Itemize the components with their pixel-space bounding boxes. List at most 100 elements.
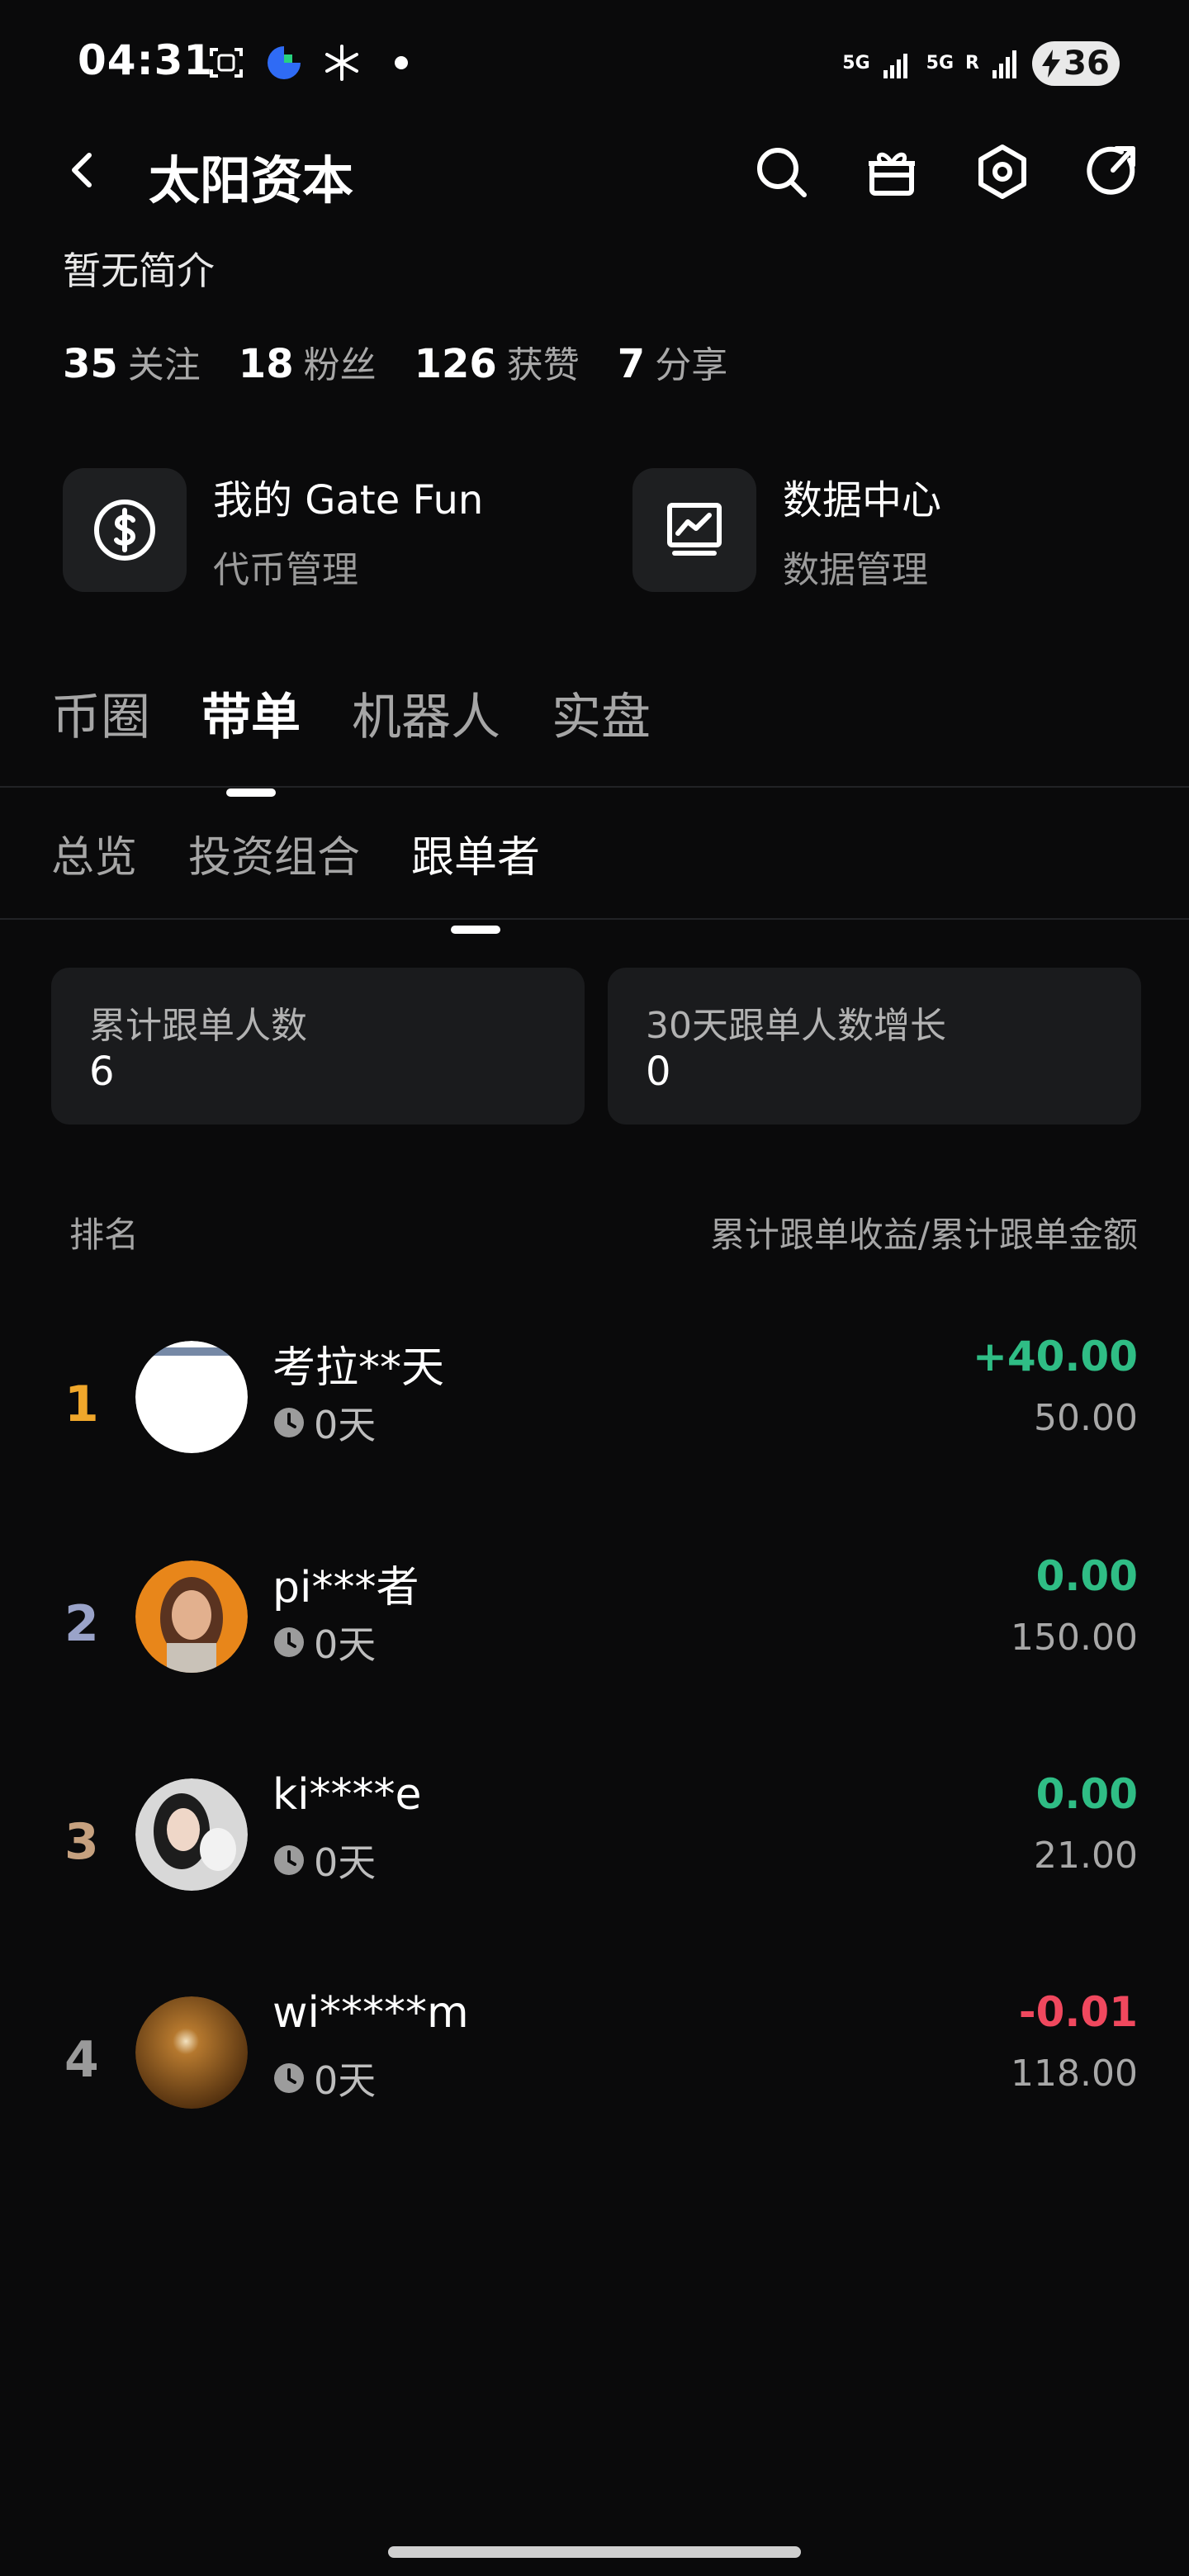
status-icons-left [206, 43, 408, 83]
clock-icon [274, 1845, 304, 1875]
tab-label: 带单 [201, 689, 301, 746]
days-text: 0天 [314, 2058, 377, 2103]
rank-number: 2 [64, 1595, 99, 1653]
rank-column-header: 排名 [69, 1215, 140, 1255]
stat-likes[interactable]: 126 获赞 [414, 335, 580, 388]
stat-shares[interactable]: 7 分享 [618, 335, 727, 388]
divider [0, 786, 1189, 788]
stat-value: 18 [238, 341, 294, 387]
settings-icon[interactable] [971, 140, 1034, 203]
back-icon[interactable] [58, 145, 107, 195]
table-row[interactable]: 4 wi*****m 0天 -0.01 118.00 [0, 1988, 1189, 2153]
stat-label: 获赞 [506, 344, 580, 386]
tab-label: 投资组合 [188, 833, 361, 883]
quick-link-subtitle: 代币管理 [213, 549, 358, 591]
clock-icon [274, 1408, 304, 1437]
tab-indicator [226, 788, 276, 797]
tab-portfolio[interactable]: 投资组合 [188, 822, 360, 884]
home-indicator[interactable] [388, 2546, 801, 2558]
quick-link-gate-fun[interactable]: 我的 Gate Fun 代币管理 [63, 467, 483, 593]
signal-icon [883, 54, 907, 78]
tab-followers[interactable]: 跟单者 [411, 822, 541, 934]
stat-followers[interactable]: 18 粉丝 [239, 335, 377, 388]
profile-stats: 35 关注 18 粉丝 126 获赞 7 分享 [63, 335, 727, 388]
status-bar: 04:31 5G 5G R 36 [0, 0, 1189, 124]
table-row[interactable]: 3 ki****e 0天 0.00 21.00 [0, 1770, 1189, 1935]
quick-link-title: 我的 Gate Fun [213, 477, 484, 523]
table-row[interactable]: 2 pi***者 0天 0.00 150.00 [0, 1552, 1189, 1717]
tab-label: 跟单者 [411, 833, 541, 883]
app-logo-icon [268, 46, 301, 79]
header-actions [750, 140, 1144, 203]
avatar-image [135, 1996, 248, 2109]
stat-value: 35 [63, 341, 118, 387]
avatar [135, 1341, 248, 1453]
cumulative-profit: +40.00 [972, 1333, 1138, 1380]
quick-link-data-center[interactable]: 数据中心 数据管理 [632, 467, 941, 593]
summary-card-total-followers: 累计跟单人数 6 [51, 968, 585, 1125]
cumulative-amount: 118.00 [1011, 2053, 1138, 2095]
follower-name: pi***者 [272, 1563, 419, 1612]
rank-number: 4 [64, 2031, 99, 2089]
avatar-image [135, 1778, 248, 1891]
status-icons-right: 5G 5G R 36 [842, 41, 1120, 86]
quick-link-subtitle: 数据管理 [783, 549, 928, 591]
search-icon[interactable] [750, 140, 812, 203]
page-header: 太阳资本 [0, 124, 1189, 223]
avatar-image [135, 1560, 248, 1673]
stat-value: 126 [414, 341, 497, 387]
tab-overview[interactable]: 总览 [51, 822, 137, 884]
network-label: 5G [842, 53, 870, 73]
signal-icon-2 [992, 50, 1016, 78]
quick-link-title: 数据中心 [783, 477, 942, 523]
network-label-2: 5G [926, 53, 955, 73]
stat-label: 粉丝 [303, 344, 377, 386]
follow-duration: 0天 [272, 1615, 376, 1669]
tab-bots[interactable]: 机器人 [352, 677, 500, 749]
notification-dot-icon [395, 56, 408, 69]
gift-icon[interactable] [860, 140, 923, 203]
summary-label: 30天跟单人数增长 [646, 1005, 946, 1047]
screenshot-icon [210, 48, 243, 78]
cumulative-profit: 0.00 [1035, 1552, 1138, 1600]
rank-number: 1 [64, 1376, 99, 1433]
tab-live[interactable]: 实盘 [552, 677, 651, 749]
battery-indicator: 36 [1032, 41, 1120, 86]
avatar [135, 1560, 248, 1673]
snowflake-icon [325, 45, 358, 81]
summary-label: 累计跟单人数 [89, 1005, 307, 1047]
battery-level: 36 [1063, 45, 1110, 83]
stat-label: 分享 [655, 344, 728, 386]
divider [0, 918, 1189, 920]
avatar-image [135, 1341, 248, 1453]
table-row[interactable]: 1 考拉**天 0天 +40.00 50.00 [0, 1333, 1189, 1498]
follower-name: 考拉**天 [272, 1343, 445, 1393]
sub-tabs: 总览 投资组合 跟单者 [51, 822, 541, 934]
cumulative-amount: 21.00 [1034, 1835, 1138, 1877]
days-text: 0天 [314, 1622, 377, 1667]
rank-number: 3 [64, 1813, 99, 1871]
roaming-label: R [965, 53, 979, 73]
tab-label: 实盘 [552, 689, 651, 746]
summary-value: 0 [646, 1049, 671, 1095]
charging-icon [1042, 50, 1061, 78]
tab-indicator [451, 926, 501, 934]
days-text: 0天 [314, 1840, 377, 1885]
summary-card-30d-growth: 30天跟单人数增长 0 [608, 968, 1141, 1125]
stat-following[interactable]: 35 关注 [63, 335, 201, 388]
profile-bio: 暂无简介 [63, 249, 215, 293]
tab-copy-trading[interactable]: 带单 [201, 677, 301, 797]
follow-duration: 0天 [272, 1395, 376, 1450]
status-time: 04:31 [78, 36, 214, 84]
days-text: 0天 [314, 1403, 377, 1447]
share-icon[interactable] [1082, 140, 1144, 203]
tab-crypto-circle[interactable]: 币圈 [51, 677, 150, 749]
follow-duration: 0天 [272, 2051, 376, 2105]
dollar-circle-icon [94, 500, 155, 561]
clock-icon [274, 2063, 304, 2093]
cumulative-profit: -0.01 [1018, 1988, 1138, 2036]
page-title: 太阳资本 [149, 150, 354, 211]
chart-screen-icon [667, 503, 722, 556]
main-tabs: 币圈 带单 机器人 实盘 [51, 677, 651, 797]
stat-label: 关注 [127, 344, 201, 386]
